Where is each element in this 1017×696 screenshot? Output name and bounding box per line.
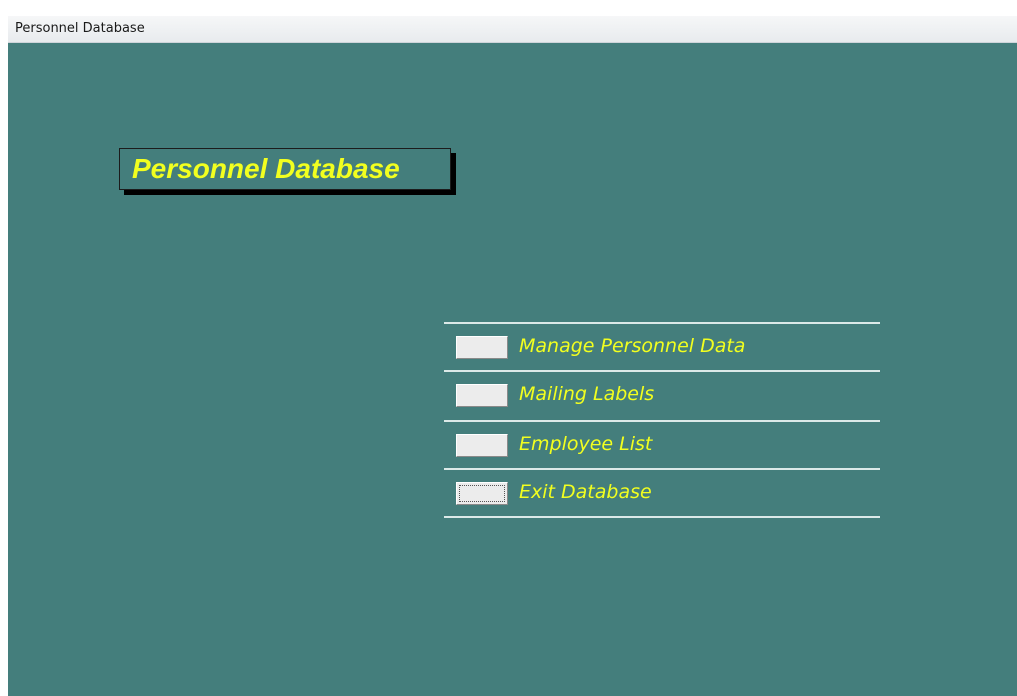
menu-item-mailing-labels[interactable]: Mailing Labels	[444, 372, 880, 418]
manage-personnel-data-button[interactable]	[456, 336, 508, 359]
form-heading-box: Personnel Database	[119, 148, 451, 190]
menu-item-label[interactable]: Employee List	[519, 433, 652, 455]
menu-item-label[interactable]: Exit Database	[519, 481, 652, 503]
mailing-labels-button[interactable]	[456, 384, 508, 407]
menu-item-exit-database[interactable]: Exit Database	[444, 470, 880, 516]
menu-item-manage-personnel-data[interactable]: Manage Personnel Data	[444, 324, 880, 370]
employee-list-button[interactable]	[456, 434, 508, 457]
app-window: Personnel Database Personnel Database Ma…	[8, 16, 1017, 696]
form-heading: Personnel Database	[132, 153, 400, 184]
menu-item-label[interactable]: Mailing Labels	[519, 383, 654, 405]
title-bar[interactable]: Personnel Database	[8, 16, 1017, 43]
exit-database-button[interactable]	[456, 482, 508, 505]
menu-item-label[interactable]: Manage Personnel Data	[519, 335, 745, 357]
menu-item-employee-list[interactable]: Employee List	[444, 422, 880, 468]
window-title: Personnel Database	[15, 21, 145, 36]
menu-divider	[444, 516, 880, 518]
